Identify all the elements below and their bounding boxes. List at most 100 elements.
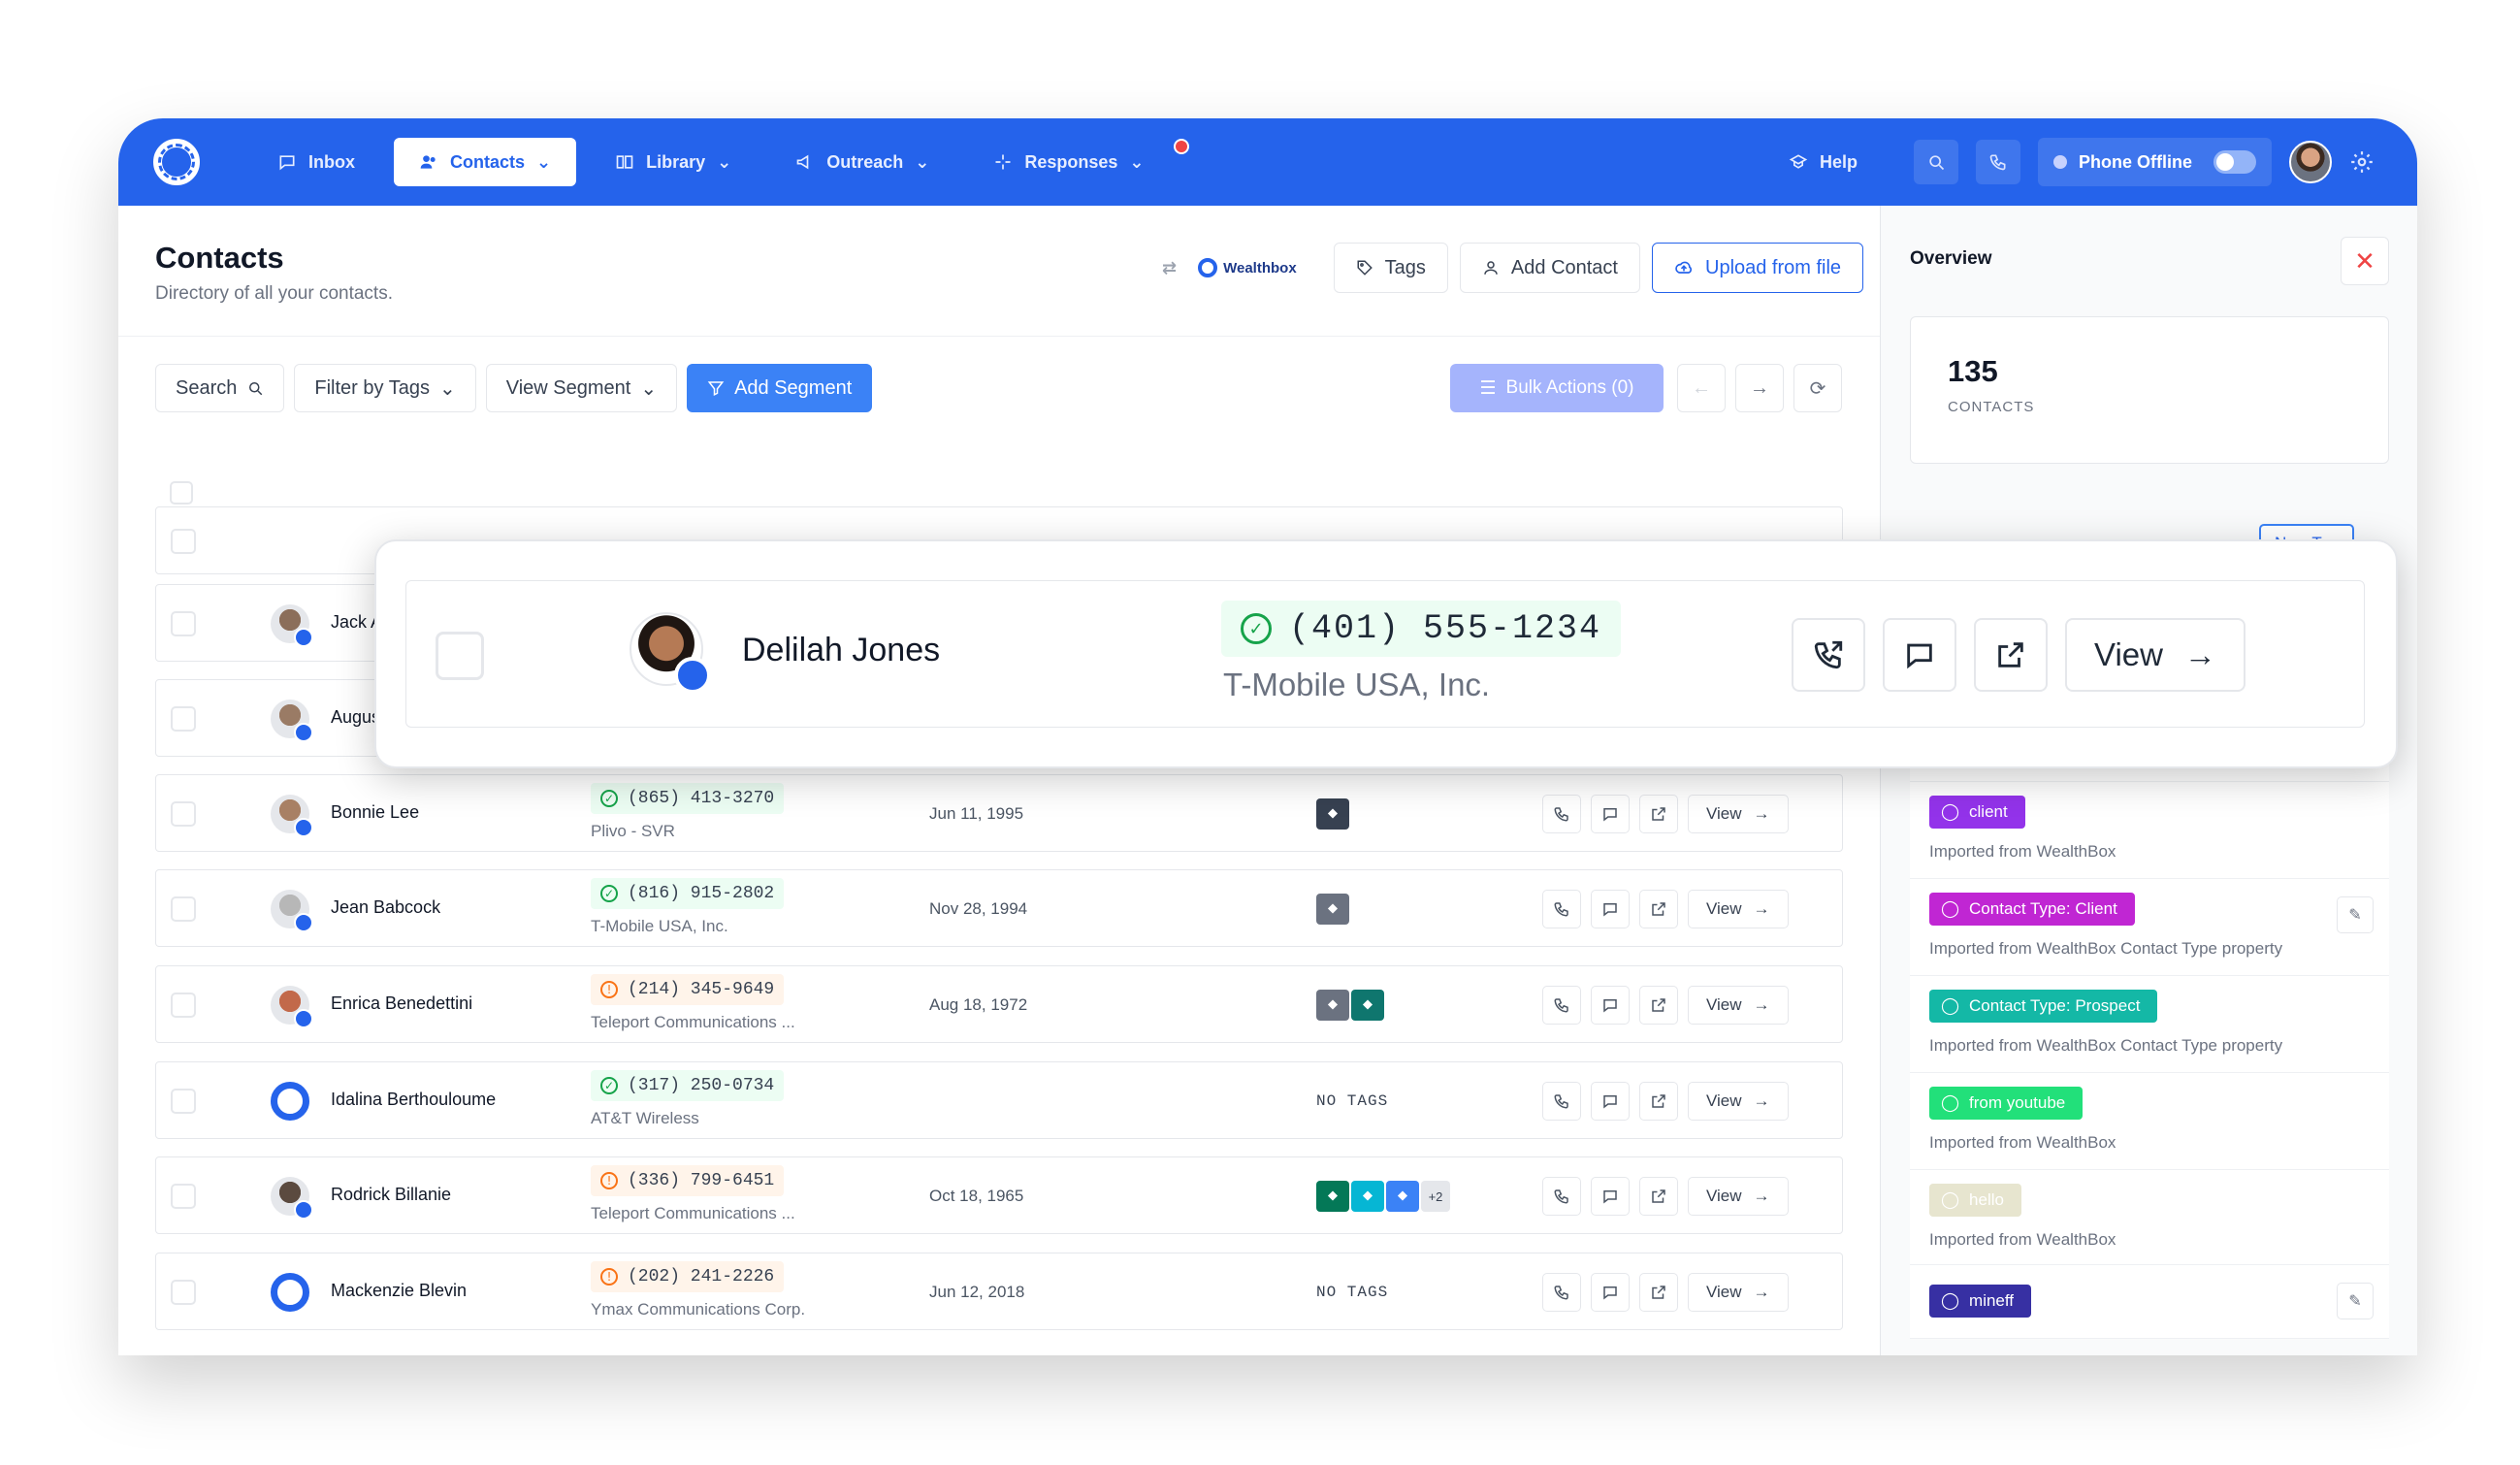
nav-outreach[interactable]: Outreach ⌄ <box>770 138 954 186</box>
row-checkbox[interactable] <box>171 801 196 827</box>
app-logo[interactable] <box>153 139 200 185</box>
open-external-button[interactable] <box>1639 986 1678 1025</box>
call-button[interactable] <box>1542 1082 1581 1121</box>
nav-inbox[interactable]: Inbox <box>252 138 380 186</box>
prev-page-button[interactable]: ← <box>1677 364 1726 412</box>
tag-label: from youtube <box>1969 1093 2066 1112</box>
table-row[interactable]: Mackenzie Blevin ! (202) 241-2226 Ymax Co… <box>155 1253 1843 1330</box>
open-external-button[interactable] <box>1639 795 1678 833</box>
close-button[interactable]: ✕ <box>2341 237 2389 285</box>
tag-chip[interactable]: ⯁ <box>1316 798 1349 830</box>
row-checkbox[interactable] <box>171 896 196 922</box>
contact-date: Jun 11, 1995 <box>929 804 1024 823</box>
tag-pill[interactable]: ◯ from youtube <box>1929 1087 2084 1120</box>
tag-label: mineff <box>1969 1291 2015 1310</box>
phone-toggle[interactable] <box>2213 150 2256 174</box>
tag-pill[interactable]: ◯ hello <box>1929 1184 2021 1217</box>
open-external-button[interactable] <box>1639 1273 1678 1312</box>
message-button[interactable] <box>1591 1177 1630 1216</box>
add-segment-label: Add Segment <box>734 376 853 399</box>
message-button[interactable] <box>1591 986 1630 1025</box>
row-checkbox[interactable] <box>171 993 196 1018</box>
table-row[interactable]: Rodrick Billanie ! (336) 799-6451 Telepor… <box>155 1156 1843 1234</box>
phone-status-toggle[interactable]: Phone Offline <box>2038 138 2272 186</box>
global-search-button[interactable] <box>1914 140 1958 184</box>
upload-from-file-button[interactable]: Upload from file <box>1652 243 1864 293</box>
row-checkbox[interactable] <box>171 1089 196 1114</box>
tag-chip[interactable]: ⯁ <box>1316 1181 1349 1212</box>
row-checkbox[interactable] <box>171 1280 196 1305</box>
wealthbox-sync[interactable]: ⇄ Wealthbox <box>1162 258 1297 278</box>
message-button[interactable] <box>1591 1273 1630 1312</box>
highlighted-contact-row[interactable]: Delilah Jones ✓ (401) 555-1234 T-Mobile … <box>405 580 2365 728</box>
add-contact-button[interactable]: Add Contact <box>1459 243 1640 293</box>
select-all-checkbox[interactable] <box>170 481 193 505</box>
carrier-name: T-Mobile USA, Inc. <box>591 917 728 935</box>
message-button[interactable] <box>1883 618 1956 692</box>
tag-chip[interactable]: ⯁ <box>1351 990 1384 1021</box>
edit-tag-button[interactable]: ✎ <box>2337 896 2374 933</box>
tag-list-item: ◯ Contact Type: Prospect Imported from Wea… <box>1910 976 2389 1073</box>
nav-responses[interactable]: Responses ⌄ <box>968 138 1169 186</box>
external-link-icon <box>1652 902 1665 916</box>
no-tags-label: NO TAGS <box>1316 1284 1389 1301</box>
tag-pill[interactable]: ◯ Contact Type: Client <box>1929 893 2135 926</box>
gear-icon[interactable] <box>2349 149 2375 175</box>
tag-pill[interactable]: ◯ mineff <box>1929 1285 2032 1318</box>
avatar <box>271 604 313 647</box>
row-checkbox[interactable] <box>171 706 196 732</box>
open-external-button[interactable] <box>1639 1082 1678 1121</box>
tag-chip[interactable]: ⯁ <box>1316 894 1349 925</box>
table-row[interactable]: Bonnie Lee ✓ (865) 413-3270 Plivo - SVR J… <box>155 774 1843 852</box>
view-contact-button[interactable]: View → <box>2065 618 2245 692</box>
row-checkbox[interactable] <box>171 529 196 554</box>
tag-pill[interactable]: ◯ Contact Type: Prospect <box>1929 990 2158 1023</box>
tag-chip[interactable]: ⯁ <box>1386 1181 1419 1212</box>
call-button[interactable] <box>1542 890 1581 928</box>
refresh-button[interactable]: ⟳ <box>1793 364 1842 412</box>
bulk-actions-button[interactable]: ☰ Bulk Actions (0) <box>1450 364 1664 412</box>
search-button[interactable]: Search <box>155 364 285 412</box>
edit-tag-button[interactable]: ✎ <box>2337 1283 2374 1319</box>
message-button[interactable] <box>1591 890 1630 928</box>
call-button[interactable] <box>1542 986 1581 1025</box>
table-row[interactable]: Enrica Benedettini ! (214) 345-9649 Telep… <box>155 965 1843 1043</box>
tag-chip[interactable]: ⯁ <box>1316 990 1349 1021</box>
tags-button[interactable]: Tags <box>1333 243 1448 293</box>
message-button[interactable] <box>1591 795 1630 833</box>
help-button[interactable]: Help <box>1763 138 1883 186</box>
view-contact-button[interactable]: View → <box>1688 795 1789 833</box>
user-avatar[interactable] <box>2289 141 2332 183</box>
filter-by-tags-dropdown[interactable]: Filter by Tags ⌄ <box>294 364 476 412</box>
row-checkbox[interactable] <box>436 632 484 680</box>
dialer-button[interactable] <box>1976 140 2020 184</box>
next-page-button[interactable]: → <box>1735 364 1784 412</box>
add-segment-button[interactable]: Add Segment <box>687 364 873 412</box>
open-external-button[interactable] <box>1639 1177 1678 1216</box>
call-button[interactable] <box>1542 795 1581 833</box>
view-segment-dropdown[interactable]: View Segment ⌄ <box>485 364 678 412</box>
nav-contacts[interactable]: Contacts ⌄ <box>394 138 577 186</box>
view-contact-button[interactable]: View → <box>1688 986 1789 1025</box>
view-contact-button[interactable]: View → <box>1688 1082 1789 1121</box>
external-link-icon <box>1652 1094 1665 1108</box>
view-contact-button[interactable]: View → <box>1688 890 1789 928</box>
table-row[interactable]: Jean Babcock ✓ (816) 915-2802 T-Mobile US… <box>155 869 1843 947</box>
message-button[interactable] <box>1591 1082 1630 1121</box>
call-button[interactable] <box>1542 1177 1581 1216</box>
open-external-button[interactable] <box>1639 890 1678 928</box>
notification-dot <box>1173 139 1189 154</box>
nav-library[interactable]: Library ⌄ <box>590 138 757 186</box>
row-checkbox[interactable] <box>171 1184 196 1209</box>
tag-pill[interactable]: ◯ client <box>1929 796 2025 829</box>
view-contact-button[interactable]: View → <box>1688 1273 1789 1312</box>
tag-icon: ◯ <box>1941 1291 1960 1310</box>
row-checkbox[interactable] <box>171 611 196 636</box>
table-row[interactable]: Idalina Berthouloume ✓ (317) 250-0734 AT&… <box>155 1061 1843 1139</box>
call-button[interactable] <box>1542 1273 1581 1312</box>
open-external-button[interactable] <box>1974 618 2048 692</box>
view-contact-button[interactable]: View → <box>1688 1177 1789 1216</box>
call-button[interactable] <box>1792 618 1865 692</box>
tag-chip[interactable]: ⯁ <box>1351 1181 1384 1212</box>
more-tags-badge[interactable]: +2 <box>1421 1181 1450 1212</box>
